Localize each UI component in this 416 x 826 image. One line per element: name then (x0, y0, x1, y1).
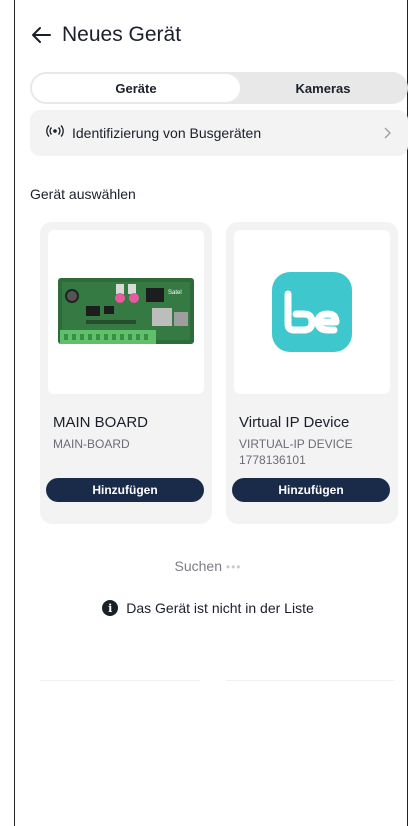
device-not-in-list-link[interactable]: i Das Gerät ist nicht in der Liste (0, 600, 416, 616)
placeholder-divider (226, 680, 394, 681)
svg-text:Satel: Satel (168, 290, 182, 296)
bus-device-identification-row[interactable]: Identifizierung von Busgeräten (30, 110, 408, 156)
search-label: Suchen (174, 558, 222, 574)
search-status: Suchen ••• (0, 558, 416, 574)
device-name: MAIN BOARD (53, 414, 149, 431)
tab-devices[interactable]: Geräte (32, 74, 240, 102)
device-image: Satel (48, 230, 204, 394)
device-type-segmented-control: Geräte Kameras (30, 72, 408, 104)
device-card-main-board[interactable]: Satel MAIN BOARD MAIN-BOARD Hinzufügen (40, 222, 212, 524)
placeholder-divider (40, 680, 200, 681)
device-image (234, 230, 390, 394)
loading-dots-icon: ••• (225, 560, 242, 574)
device-name: Virtual IP Device (239, 414, 350, 431)
broadcast-icon (46, 124, 64, 143)
device-model: VIRTUAL-IP DEVICE (239, 437, 353, 451)
section-title: Gerät auswählen (30, 186, 136, 202)
add-device-button[interactable]: Hinzufügen (232, 478, 390, 502)
not-in-list-label: Das Gerät ist nicht in der Liste (126, 600, 314, 616)
bus-identification-label: Identifizierung von Busgeräten (72, 125, 262, 141)
page-title: Neues Gerät (62, 23, 182, 46)
circuit-board-image: Satel (58, 278, 194, 344)
add-device-button[interactable]: Hinzufügen (46, 478, 204, 502)
tab-cameras[interactable]: Kameras (240, 74, 406, 102)
be-logo-image (272, 272, 352, 352)
device-serial: 1778136101 (239, 453, 306, 467)
header: Neues Gerät (30, 18, 181, 52)
device-model: MAIN-BOARD (53, 437, 130, 451)
device-model-serial: VIRTUAL-IP DEVICE 1778136101 (239, 436, 353, 468)
arrow-left-icon[interactable] (30, 24, 52, 46)
device-card-virtual-ip[interactable]: Virtual IP Device VIRTUAL-IP DEVICE 1778… (226, 222, 398, 524)
chevron-right-icon (382, 126, 392, 140)
info-icon: i (102, 600, 119, 616)
